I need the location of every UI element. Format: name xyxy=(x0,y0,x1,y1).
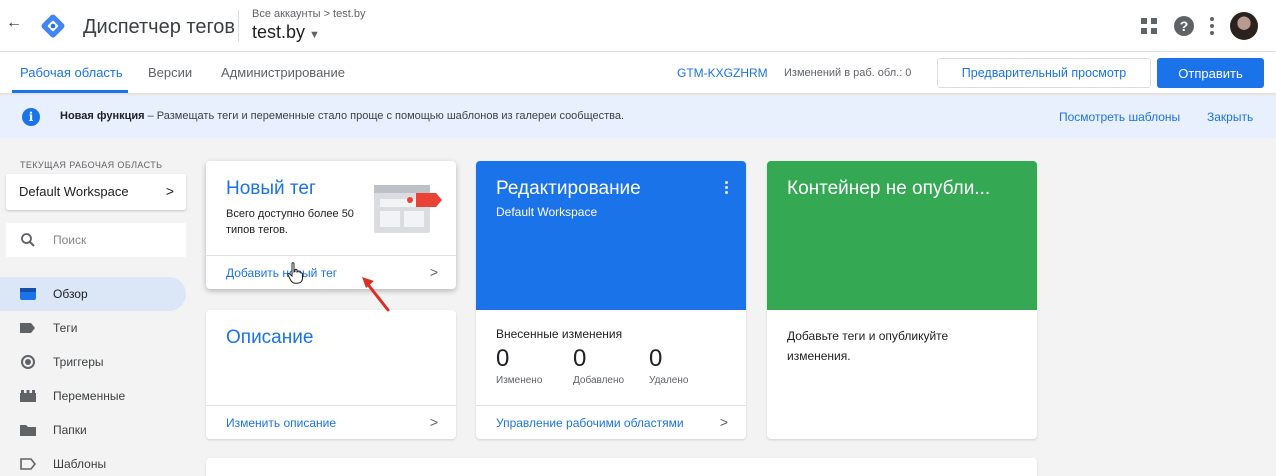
more-vert-icon[interactable] xyxy=(725,181,728,194)
nav-bar: Рабочая область Версии Администрирование… xyxy=(0,52,1276,94)
banner-message: Новая функция – Размещать теги и перемен… xyxy=(60,110,624,122)
feature-banner: i Новая функция – Размещать теги и перем… xyxy=(0,96,1276,138)
tag-illustration-icon xyxy=(374,185,442,233)
sidebar-item-label: Обзор xyxy=(53,287,88,301)
sidebar-item-label: Переменные xyxy=(53,389,126,403)
tag-icon xyxy=(20,323,35,333)
container-status-body: Добавьте теги и опубликуйте изменения. xyxy=(787,329,949,363)
banner-bold: Новая функция xyxy=(60,110,145,122)
app-title: Диспетчер тегов xyxy=(83,16,236,38)
manage-workspaces-link[interactable]: Управление рабочими областями xyxy=(496,416,684,430)
sidebar-item-overview[interactable]: Обзор xyxy=(0,277,186,311)
new-tag-description: Всего доступно более 50 типов тегов. xyxy=(226,208,354,236)
container-status-card: Контейнер не опубли... Добавьте теги и о… xyxy=(767,161,1037,439)
workspace-label: ТЕКУЩАЯ РАБОЧАЯ ОБЛАСТЬ xyxy=(20,160,163,170)
account-name: test.by xyxy=(252,22,306,42)
sidebar-item-label: Шаблоны xyxy=(53,457,107,471)
preview-button[interactable]: Предварительный просмотр xyxy=(937,58,1151,88)
trigger-icon xyxy=(21,355,35,369)
info-icon: i xyxy=(22,108,40,126)
view-templates-link[interactable]: Посмотреть шаблоны xyxy=(1059,110,1180,124)
sidebar-item-variables[interactable]: Переменные xyxy=(0,379,186,413)
apps-grid-icon[interactable] xyxy=(1140,17,1158,35)
editing-footer[interactable]: Управление рабочими областями > xyxy=(476,405,746,439)
folder-icon xyxy=(20,425,36,436)
avatar[interactable] xyxy=(1230,12,1258,40)
workspace-name: Default Workspace xyxy=(19,184,129,199)
sidebar-item-label: Теги xyxy=(53,321,78,335)
variables-icon xyxy=(20,390,36,402)
container-id-link[interactable]: GTM-KXGZHRM xyxy=(677,66,768,80)
new-tag-card[interactable]: Новый тег Всего доступно более 50 типов … xyxy=(206,161,456,289)
stat-caption: Изменено xyxy=(496,375,543,386)
sidebar-item-triggers[interactable]: Триггеры xyxy=(0,345,186,379)
overview-icon xyxy=(20,288,36,300)
stat-value: 0 xyxy=(649,345,663,372)
stat-value: 0 xyxy=(573,345,587,372)
search-placeholder: Поиск xyxy=(53,233,87,247)
edit-description-link[interactable]: Изменить описание xyxy=(226,416,336,430)
sidebar-item-label: Триггеры xyxy=(53,355,104,369)
close-banner-link[interactable]: Закрыть xyxy=(1207,110,1253,124)
editing-card: Редактирование Default Workspace Внесенн… xyxy=(476,161,746,439)
chevron-right-icon: > xyxy=(165,183,174,199)
chevron-right-icon: > xyxy=(429,264,438,280)
template-icon xyxy=(20,458,36,470)
new-tag-footer[interactable]: Добавить новый тег > xyxy=(206,255,456,289)
banner-body: – Размещать теги и переменные стало прощ… xyxy=(144,110,625,122)
container-status-header: Контейнер не опубли... xyxy=(767,161,1037,310)
hand-cursor-icon xyxy=(287,262,303,284)
search-icon xyxy=(21,233,35,247)
container-status-title: Контейнер не опубли... xyxy=(787,178,991,199)
description-card[interactable]: Описание Изменить описание > xyxy=(206,310,456,439)
caret-down-icon: ▼ xyxy=(309,29,320,41)
stat-caption: Добавлено xyxy=(573,375,625,386)
back-arrow-icon[interactable]: ← xyxy=(6,14,22,32)
workspace-selector[interactable]: Default Workspace > xyxy=(6,174,186,210)
tab-admin[interactable]: Администрирование xyxy=(221,65,345,80)
chevron-right-icon: > xyxy=(719,414,728,430)
stat-value: 0 xyxy=(496,345,510,372)
stat-modified: 0 Изменено xyxy=(496,345,542,386)
sidebar-item-label: Папки xyxy=(53,423,87,437)
chevron-right-icon: > xyxy=(429,414,438,430)
editing-workspace: Default Workspace xyxy=(496,205,598,219)
top-bar: ← Диспетчер тегов Все аккаунты > test.by… xyxy=(0,0,1276,52)
submit-button[interactable]: Отправить xyxy=(1157,58,1264,88)
help-icon[interactable]: ? xyxy=(1174,16,1194,36)
sidebar-item-folders[interactable]: Папки xyxy=(0,413,186,447)
annotation-arrow-icon xyxy=(362,277,390,312)
sidebar-item-tags[interactable]: Теги xyxy=(0,311,186,345)
changes-label: Внесенные изменения xyxy=(496,327,623,341)
account-selector[interactable]: test.by ▼ xyxy=(252,22,320,43)
bottom-card xyxy=(206,458,1037,476)
editing-title: Редактирование xyxy=(496,178,641,199)
active-tab-indicator xyxy=(12,90,128,93)
stat-caption: Удалено xyxy=(649,375,689,386)
sidebar-item-templates[interactable]: Шаблоны xyxy=(0,447,186,476)
stat-added: 0 Добавлено xyxy=(573,345,624,386)
editing-header: Редактирование Default Workspace xyxy=(476,161,746,310)
header-divider xyxy=(238,10,239,42)
stat-deleted: 0 Удалено xyxy=(649,345,688,386)
gtm-logo-icon[interactable] xyxy=(40,13,66,39)
add-new-tag-link[interactable]: Добавить новый тег xyxy=(226,266,337,280)
workspace-changes-count: Изменений в раб. обл.: 0 xyxy=(784,67,912,79)
more-vert-icon[interactable] xyxy=(1210,17,1214,35)
description-footer[interactable]: Изменить описание > xyxy=(206,405,456,439)
description-title: Описание xyxy=(226,327,314,348)
tab-versions[interactable]: Версии xyxy=(148,65,192,80)
search-input[interactable]: Поиск xyxy=(6,223,186,257)
new-tag-title: Новый тег xyxy=(226,178,316,199)
breadcrumb[interactable]: Все аккаунты > test.by xyxy=(252,8,365,20)
tab-workspace[interactable]: Рабочая область xyxy=(20,65,123,80)
